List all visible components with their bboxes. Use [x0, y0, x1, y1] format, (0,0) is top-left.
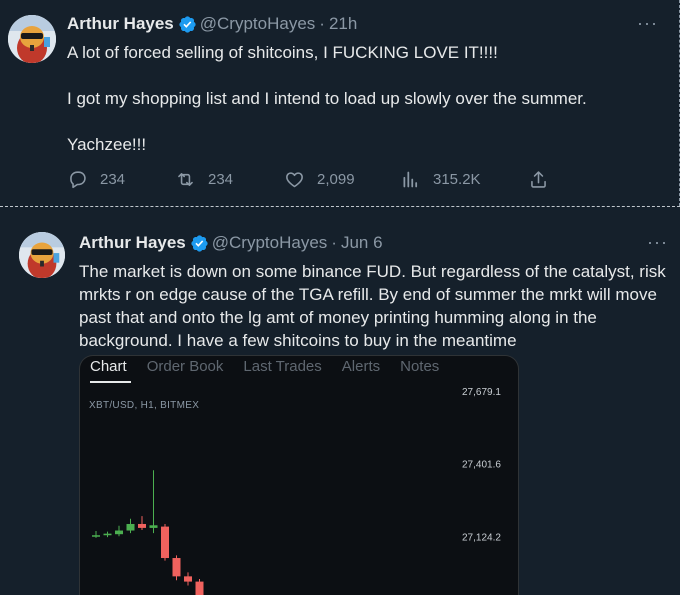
- candle-body: [195, 581, 204, 595]
- tweet-header: Arthur Hayes @CryptoHayes · 21h: [67, 14, 357, 34]
- candle-body: [161, 526, 169, 559]
- candle: [126, 518, 135, 534]
- candle: [149, 470, 158, 534]
- tweet-text: A lot of forced selling of shitcoins, I …: [67, 41, 657, 156]
- candle: [195, 578, 204, 595]
- candle: [138, 516, 146, 530]
- verified-badge-icon: [191, 234, 208, 252]
- retweet-count: 234: [208, 171, 234, 188]
- candle: [115, 525, 123, 537]
- retweet-button[interactable]: 234: [175, 169, 284, 190]
- author-avatar[interactable]: [8, 15, 56, 63]
- heart-icon: [286, 172, 303, 188]
- tweet-actions: 234 234 2,099 315.2K: [67, 169, 561, 190]
- author-handle[interactable]: @CryptoHayes: [200, 14, 316, 34]
- more-options-icon[interactable]: ···: [637, 13, 658, 34]
- candle: [172, 555, 181, 581]
- reply-icon: [70, 171, 86, 189]
- candle: [184, 572, 192, 586]
- share-button[interactable]: [528, 169, 561, 190]
- separator-dot: ·: [319, 14, 325, 33]
- candlestick-chart: 27,679.1 27,401.6 27,124.2: [92, 387, 501, 595]
- candle-body: [126, 523, 135, 531]
- tweet-1[interactable]: Arthur Hayes @CryptoHayes · 21h ··· A lo…: [0, 0, 680, 206]
- tweet-time[interactable]: Jun 6: [341, 233, 383, 253]
- tweet-text: The market is down on some binance FUD. …: [79, 260, 676, 352]
- tweet-header: Arthur Hayes @CryptoHayes · Jun 6: [79, 233, 383, 253]
- candle-body: [92, 535, 100, 537]
- like-count: 2,099: [317, 171, 355, 188]
- retweet-icon: [178, 173, 193, 186]
- tweet-paragraph: Yachzee!!!: [67, 135, 147, 154]
- more-options-icon[interactable]: ···: [647, 232, 668, 253]
- analytics-icon: [403, 171, 418, 188]
- tweet-media-chart[interactable]: Chart Order Book Last Trades Alerts Note…: [79, 355, 519, 595]
- tweet-paragraph: The market is down on some binance FUD. …: [79, 262, 666, 350]
- candle-body: [115, 530, 123, 535]
- view-count: 315.2K: [433, 171, 481, 188]
- author-handle[interactable]: @CryptoHayes: [212, 233, 328, 253]
- candle-body: [184, 576, 192, 582]
- y-tick-label: 27,401.6: [462, 460, 501, 471]
- tweet-time[interactable]: 21h: [329, 14, 357, 34]
- candle: [103, 531, 112, 538]
- author-avatar[interactable]: [19, 232, 65, 278]
- author-name[interactable]: Arthur Hayes: [67, 14, 174, 34]
- separator-dot: ·: [331, 233, 337, 252]
- reply-count: 234: [100, 171, 126, 188]
- reply-button[interactable]: 234: [67, 169, 175, 190]
- like-button[interactable]: 2,099: [284, 169, 400, 190]
- candle-body: [103, 533, 112, 536]
- timeline: Arthur Hayes @CryptoHayes · 21h ··· A lo…: [0, 0, 680, 595]
- avatar-image: [19, 232, 65, 278]
- verified-badge-icon: [179, 15, 196, 33]
- share-icon: [531, 171, 546, 188]
- views-button[interactable]: 315.2K: [400, 169, 528, 190]
- author-name[interactable]: Arthur Hayes: [79, 233, 186, 253]
- y-tick-label: 27,124.2: [462, 532, 501, 543]
- candle-body: [149, 525, 158, 528]
- candle: [92, 531, 100, 538]
- candle: [161, 523, 169, 561]
- tweet-paragraph: A lot of forced selling of shitcoins, I …: [67, 43, 498, 62]
- candle-body: [138, 523, 146, 528]
- candle-body: [172, 558, 181, 577]
- y-tick-label: 27,679.1: [462, 387, 501, 398]
- tweet-paragraph: I got my shopping list and I intend to l…: [67, 89, 587, 108]
- avatar-image: [8, 15, 56, 63]
